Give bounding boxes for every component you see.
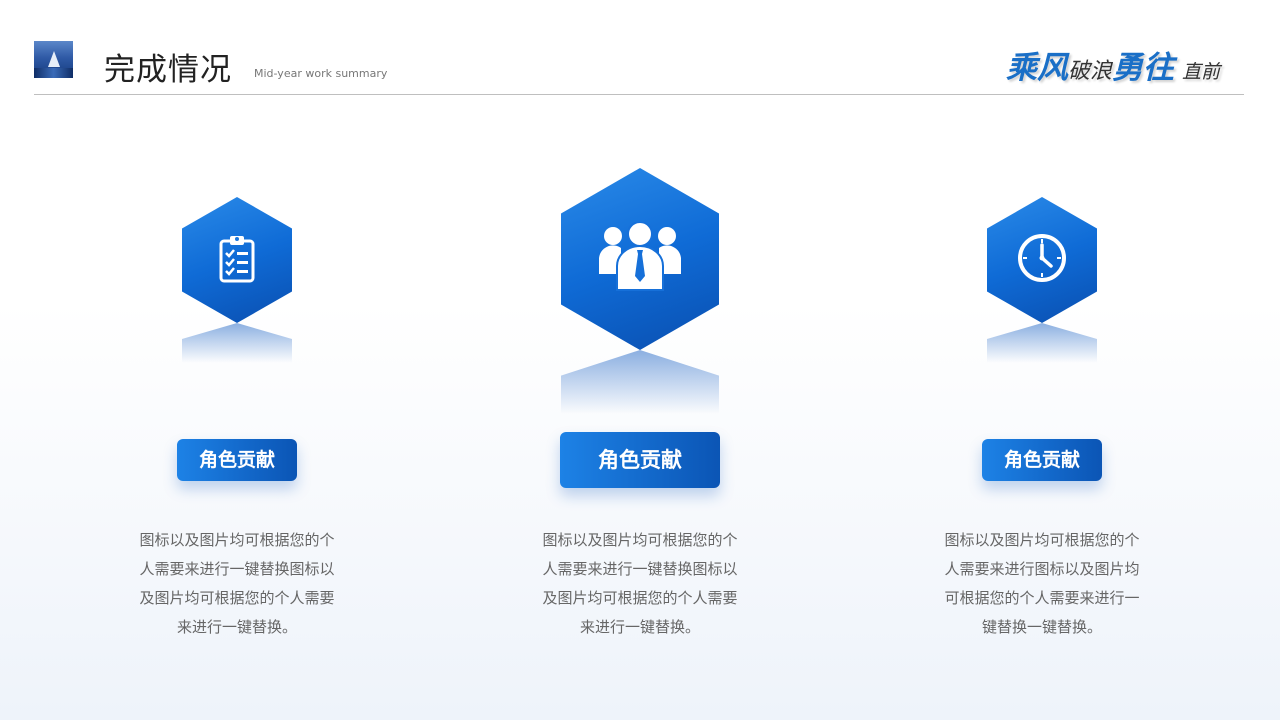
card-2: 角色贡献 图标以及图片均可根据您的个人需要来进行一键替换图标以及图片均可根据您的… (510, 0, 770, 720)
role-contribution-button-3[interactable]: 角色贡献 (982, 439, 1102, 481)
card-description-3: 图标以及图片均可根据您的个人需要来进行图标以及图片均可根据您的个人需要来进行一键… (944, 531, 1140, 636)
clock-icon (1017, 233, 1067, 287)
clipboard-checklist-icon (217, 233, 257, 287)
header-logo-image (34, 41, 73, 78)
hex-badge-3 (987, 197, 1097, 363)
card-description-1: 图标以及图片均可根据您的个人需要来进行一键替换图标以及图片均可根据您的个人需要来… (139, 531, 335, 636)
sailboat-icon (48, 51, 60, 67)
role-contribution-button-2[interactable]: 角色贡献 (560, 432, 720, 488)
wave-graphic (34, 68, 73, 78)
role-contribution-button-1[interactable]: 角色贡献 (177, 439, 297, 481)
card-1: 角色贡献 图标以及图片均可根据您的个人需要来进行一键替换图标以及图片均可根据您的… (107, 0, 367, 720)
hex-reflection (987, 323, 1097, 363)
team-people-icon (599, 221, 681, 296)
hex-badge-2 (561, 168, 719, 414)
card-description-2: 图标以及图片均可根据您的个人需要来进行一键替换图标以及图片均可根据您的个人需要来… (542, 531, 738, 636)
hex-reflection (561, 350, 719, 414)
hex-reflection (182, 323, 292, 363)
hex-badge-1 (182, 197, 292, 363)
card-3: 角色贡献 图标以及图片均可根据您的个人需要来进行图标以及图片均可根据您的个人需要… (912, 0, 1172, 720)
slogan-part-4: 直前 (1182, 61, 1221, 83)
